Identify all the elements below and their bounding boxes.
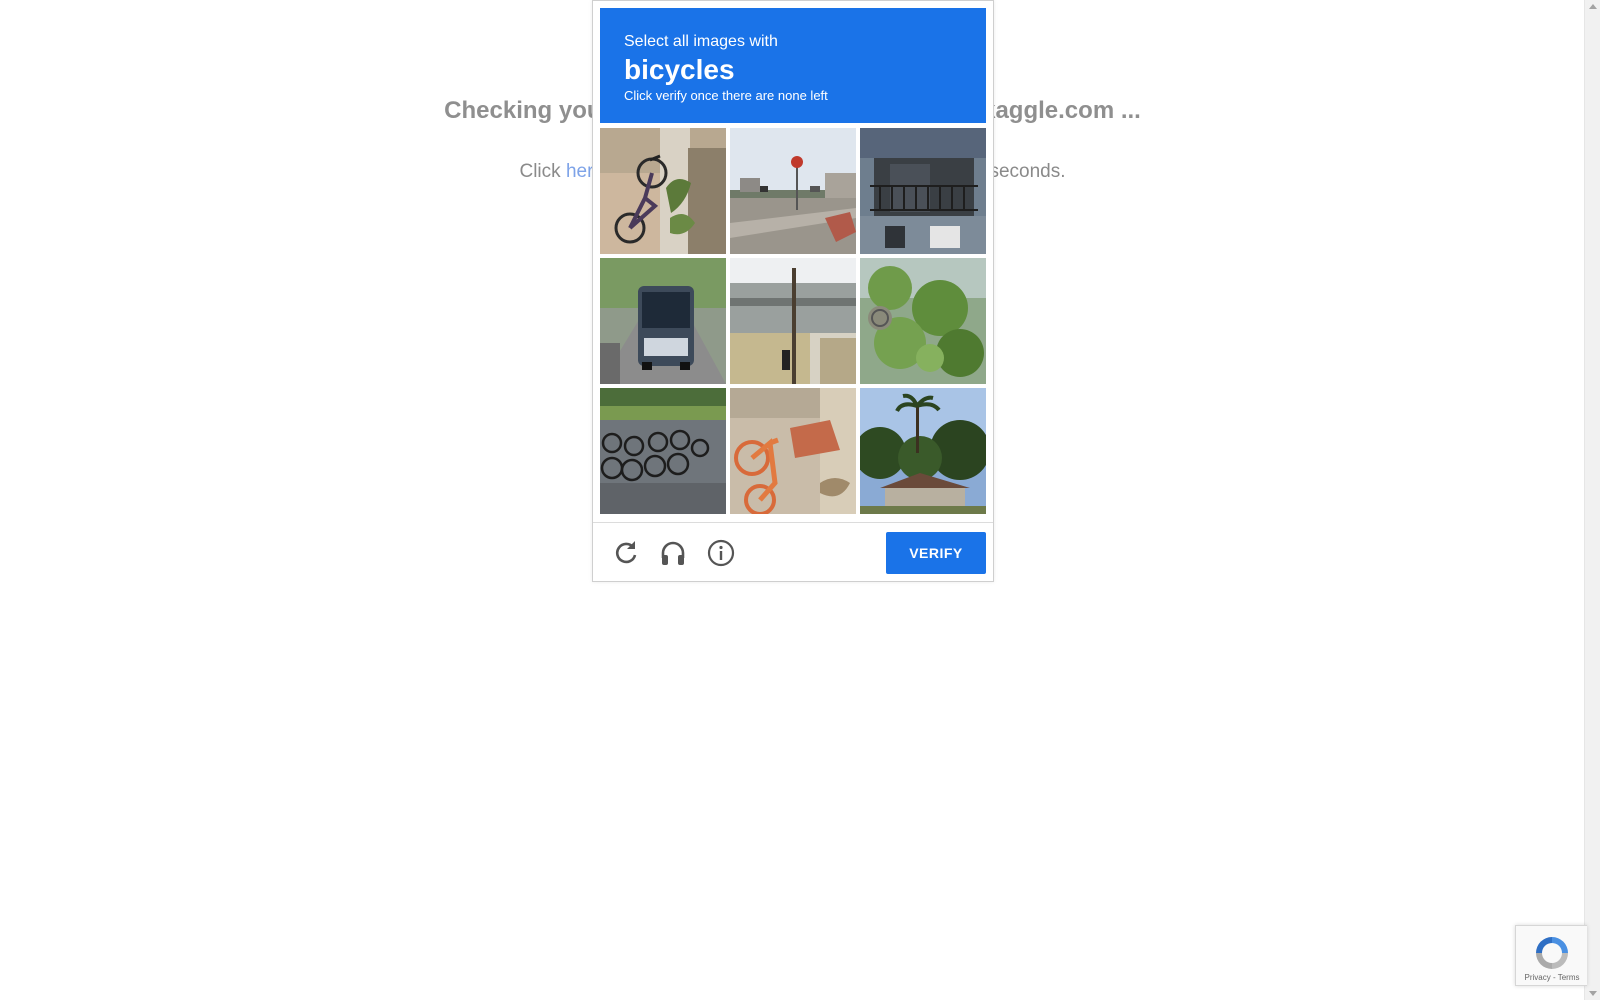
captcha-tile-8[interactable] [730, 388, 856, 514]
recaptcha-logo-icon [1536, 937, 1568, 969]
captcha-sub-instruction: Click verify once there are none left [624, 88, 828, 103]
reload-icon[interactable] [611, 538, 641, 568]
bus-image [600, 258, 726, 384]
captcha-keyword: bicycles [624, 54, 735, 85]
captcha-tile-5[interactable] [730, 258, 856, 384]
redirect-text-before: Click [519, 161, 566, 182]
balcony-image [860, 128, 986, 254]
captcha-header: Select all images with bicycles Click ve… [600, 8, 986, 123]
headphones-icon[interactable] [658, 538, 688, 568]
badge-separator: - [1550, 973, 1558, 982]
street-image [730, 128, 856, 254]
parked-bicycles-image [600, 388, 726, 514]
foliage-image [860, 258, 986, 384]
captcha-tile-7[interactable] [600, 388, 726, 514]
building-image [730, 258, 856, 384]
captcha-tile-9[interactable] [860, 388, 986, 514]
captcha-tile-4[interactable] [600, 258, 726, 384]
captcha-tile-2[interactable] [730, 128, 856, 254]
privacy-link[interactable]: Privacy [1525, 973, 1551, 982]
captcha-tile-1[interactable] [600, 128, 726, 254]
badge-links: Privacy - Terms [1516, 973, 1588, 982]
palm-tree-house-image [860, 388, 986, 514]
verify-button[interactable]: VERIFY [886, 532, 986, 574]
scroll-down-arrow-icon[interactable] [1589, 991, 1597, 996]
captcha-footer: VERIFY [593, 522, 993, 582]
captcha-instruction: Select all images with [624, 33, 778, 50]
terms-link[interactable]: Terms [1558, 973, 1580, 982]
bicycle-image [600, 128, 726, 254]
captcha-challenge-dialog: Select all images with bicycles Click ve… [592, 0, 994, 582]
captcha-tile-3[interactable] [860, 128, 986, 254]
captcha-tile-6[interactable] [860, 258, 986, 384]
info-icon[interactable] [706, 538, 736, 568]
page-scrollbar[interactable] [1584, 0, 1600, 1000]
captcha-image-grid [600, 128, 988, 516]
scroll-up-arrow-icon[interactable] [1589, 4, 1597, 9]
recaptcha-badge[interactable]: Privacy - Terms [1515, 925, 1587, 986]
orange-bicycle-image [730, 388, 856, 514]
